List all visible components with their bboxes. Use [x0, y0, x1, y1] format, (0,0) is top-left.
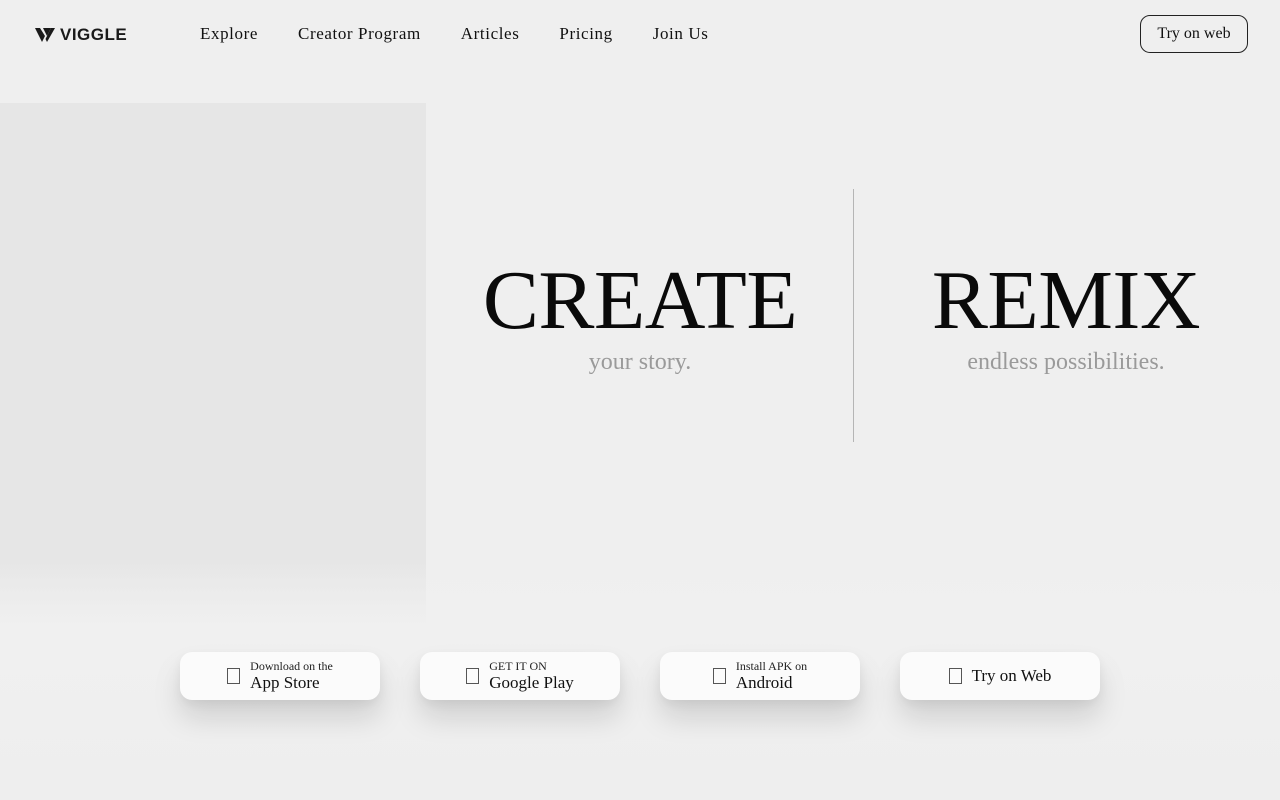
android-icon	[712, 668, 726, 684]
google-play-text: GET IT ON Google Play	[489, 659, 574, 693]
try-on-web-store-label: Try on Web	[971, 666, 1052, 685]
android-apk-label: Android	[735, 673, 793, 692]
google-play-label: Google Play	[489, 673, 574, 692]
viggle-logo-icon	[35, 28, 55, 42]
google-play-caption: GET IT ON	[489, 659, 547, 673]
globe-icon	[948, 668, 962, 684]
android-apk-text: Install APK on Android	[736, 659, 807, 693]
site-header: VIGGLE Explore Creator Program Articles …	[0, 0, 1280, 70]
try-on-web-store-button[interactable]: Try on Web	[900, 652, 1100, 700]
nav-item-join-us[interactable]: Join Us	[653, 22, 709, 46]
hero-remix: REMIX endless possibilities.	[866, 255, 1266, 377]
android-apk-button[interactable]: Install APK on Android	[660, 652, 860, 700]
brand-name: VIGGLE	[60, 25, 128, 44]
viggle-logo[interactable]: VIGGLE	[34, 24, 127, 46]
hero-create: CREATE your story.	[440, 255, 840, 377]
app-store-text: Download on the App Store	[250, 659, 333, 693]
try-on-web-button[interactable]: Try on web	[1140, 15, 1248, 53]
nav-item-creator-program[interactable]: Creator Program	[298, 22, 421, 46]
hero-create-subtitle: your story.	[588, 349, 692, 375]
main-nav: Explore Creator Program Articles Pricing…	[200, 22, 708, 46]
hero-create-title: CREATE	[482, 254, 798, 347]
app-store-label: App Store	[250, 673, 320, 692]
hero-media-panel	[0, 103, 426, 631]
hero-remix-subtitle: endless possibilities.	[967, 349, 1165, 375]
apple-icon	[227, 668, 241, 684]
app-store-button[interactable]: Download on the App Store	[180, 652, 380, 700]
nav-item-articles[interactable]: Articles	[461, 22, 520, 46]
hero-remix-title: REMIX	[931, 254, 1201, 347]
nav-item-explore[interactable]: Explore	[200, 22, 258, 46]
nav-item-pricing[interactable]: Pricing	[559, 22, 612, 46]
google-play-button[interactable]: GET IT ON Google Play	[420, 652, 620, 700]
google-play-icon	[466, 668, 480, 684]
android-apk-caption: Install APK on	[735, 659, 808, 673]
hero-divider	[853, 189, 854, 442]
app-store-caption: Download on the	[250, 659, 333, 673]
